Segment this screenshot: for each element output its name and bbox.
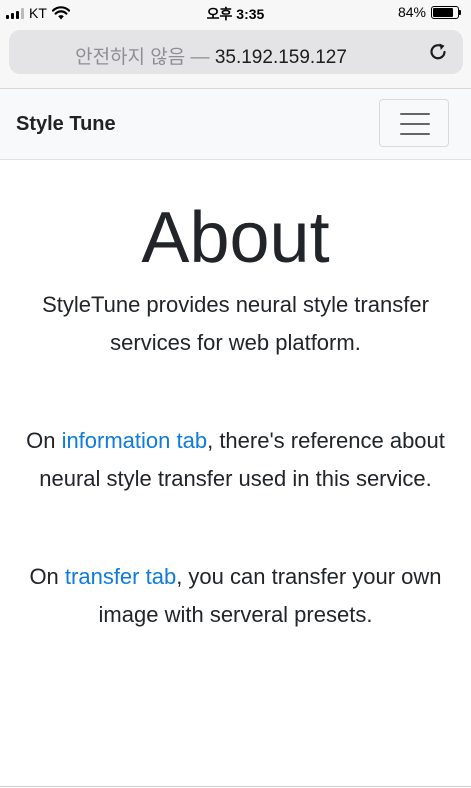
info-prefix: On [26, 428, 62, 453]
information-tab-link[interactable]: information tab [62, 428, 208, 453]
main-content: About StyleTune provides neural style tr… [0, 160, 471, 634]
url-field[interactable]: 안전하지 않음 — 35.192.159.127 [9, 30, 463, 74]
bottom-divider [0, 786, 471, 787]
status-bar: KT 오후 3:35 84% [0, 0, 471, 26]
url-host: 35.192.159.127 [214, 47, 347, 68]
information-paragraph: On information tab, there's reference ab… [16, 422, 456, 498]
navbar-brand[interactable]: Style Tune [16, 113, 116, 136]
status-right: 84% [398, 4, 461, 20]
url-text[interactable]: 안전하지 않음 — 35.192.159.127 [9, 42, 413, 69]
intro-paragraph: StyleTune provides neural style transfer… [42, 292, 429, 355]
navbar-toggle-button[interactable] [379, 99, 449, 147]
battery-percent: 84% [397, 4, 426, 20]
insecure-label: 안전하지 않음 [75, 47, 186, 68]
browser-address-bar: 안전하지 않음 — 35.192.159.127 [0, 26, 471, 89]
transfer-paragraph: On transfer tab, you can transfer your o… [16, 558, 456, 634]
url-separator: — [190, 47, 210, 68]
transfer-prefix: On [29, 564, 65, 589]
navbar: Style Tune [0, 89, 471, 160]
page-title: About [141, 198, 330, 278]
transfer-tab-link[interactable]: transfer tab [65, 564, 176, 589]
reload-icon[interactable] [427, 41, 449, 63]
battery-icon [431, 5, 461, 19]
